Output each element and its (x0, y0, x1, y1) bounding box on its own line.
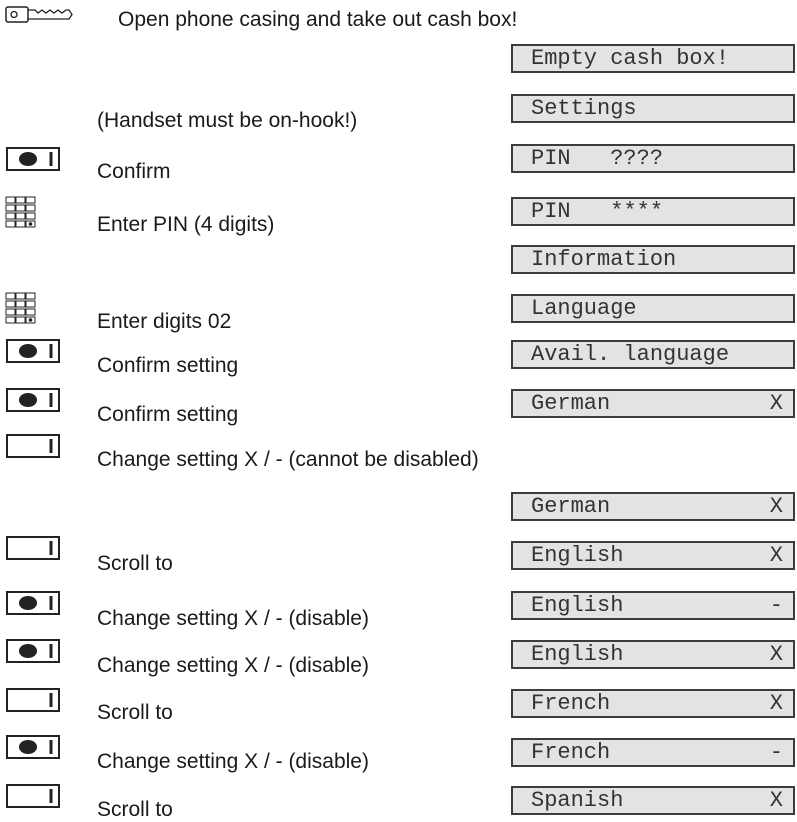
lcd-display: Avail. language (511, 340, 795, 369)
lcd-flag: - (769, 593, 783, 618)
instruction-text: Open phone casing and take out cash box! (118, 8, 518, 31)
confirm-key-icon (5, 590, 61, 616)
scroll-key-icon (5, 433, 61, 459)
lcd-text: Spanish (531, 788, 624, 813)
lcd-text: Empty cash box! (531, 46, 730, 71)
lcd-display: English X (511, 640, 795, 669)
instruction-text: Change setting X / - (cannot be disabled… (97, 448, 479, 471)
confirm-key-icon (5, 338, 61, 364)
instruction-text: Scroll to (97, 798, 173, 821)
lcd-display: PIN ???? (511, 144, 795, 173)
confirm-key-icon (5, 638, 61, 664)
keypad-icon (5, 196, 37, 228)
confirm-key-icon (5, 146, 61, 172)
lcd-text: French (531, 740, 611, 765)
confirm-key-icon (5, 734, 61, 760)
lcd-display: German X (511, 389, 795, 418)
lcd-text: Settings (531, 96, 637, 121)
lcd-text: Language (531, 296, 637, 321)
scroll-key-icon (5, 687, 61, 713)
confirm-key-icon (5, 387, 61, 413)
lcd-display: Settings (511, 94, 795, 123)
lcd-display: Information (511, 245, 795, 274)
lcd-text: English (531, 642, 624, 667)
lcd-flag: X (769, 642, 783, 667)
key-icon (5, 6, 85, 24)
lcd-text: French (531, 691, 611, 716)
instruction-text: Confirm setting (97, 403, 239, 426)
keypad-icon (5, 292, 37, 324)
instruction-text: Enter PIN (4 digits) (97, 213, 275, 236)
lcd-display: Language (511, 294, 795, 323)
lcd-text: German (531, 391, 611, 416)
lcd-flag: X (769, 788, 783, 813)
lcd-text: PIN ???? (531, 146, 664, 171)
instruction-text: Confirm setting (97, 354, 239, 377)
instruction-text: Scroll to (97, 552, 173, 575)
lcd-text: English (531, 593, 624, 618)
instruction-text: Change setting X / - (disable) (97, 654, 369, 677)
instruction-text: Confirm (97, 160, 171, 183)
lcd-display: English X (511, 541, 795, 570)
scroll-key-icon (5, 535, 61, 561)
lcd-text: Avail. language (531, 342, 730, 367)
lcd-display: German X (511, 492, 795, 521)
lcd-flag: - (769, 740, 783, 765)
lcd-flag: X (769, 691, 783, 716)
lcd-flag: X (769, 543, 783, 568)
lcd-text: English (531, 543, 624, 568)
instruction-text: Change setting X / - (disable) (97, 750, 369, 773)
lcd-display: Empty cash box! (511, 44, 795, 73)
lcd-flag: X (769, 391, 783, 416)
lcd-text: PIN **** (531, 199, 664, 224)
lcd-display: Spanish X (511, 786, 795, 815)
lcd-display: French X (511, 689, 795, 718)
scroll-key-icon (5, 783, 61, 809)
lcd-display: English - (511, 591, 795, 620)
lcd-display: French - (511, 738, 795, 767)
lcd-display: PIN **** (511, 197, 795, 226)
lcd-text: Information (531, 247, 677, 272)
instruction-text: Enter digits 02 (97, 310, 232, 333)
instruction-text: Change setting X / - (disable) (97, 607, 369, 630)
lcd-text: German (531, 494, 611, 519)
instruction-text: Scroll to (97, 701, 173, 724)
lcd-flag: X (769, 494, 783, 519)
instruction-text: (Handset must be on-hook!) (97, 109, 358, 132)
